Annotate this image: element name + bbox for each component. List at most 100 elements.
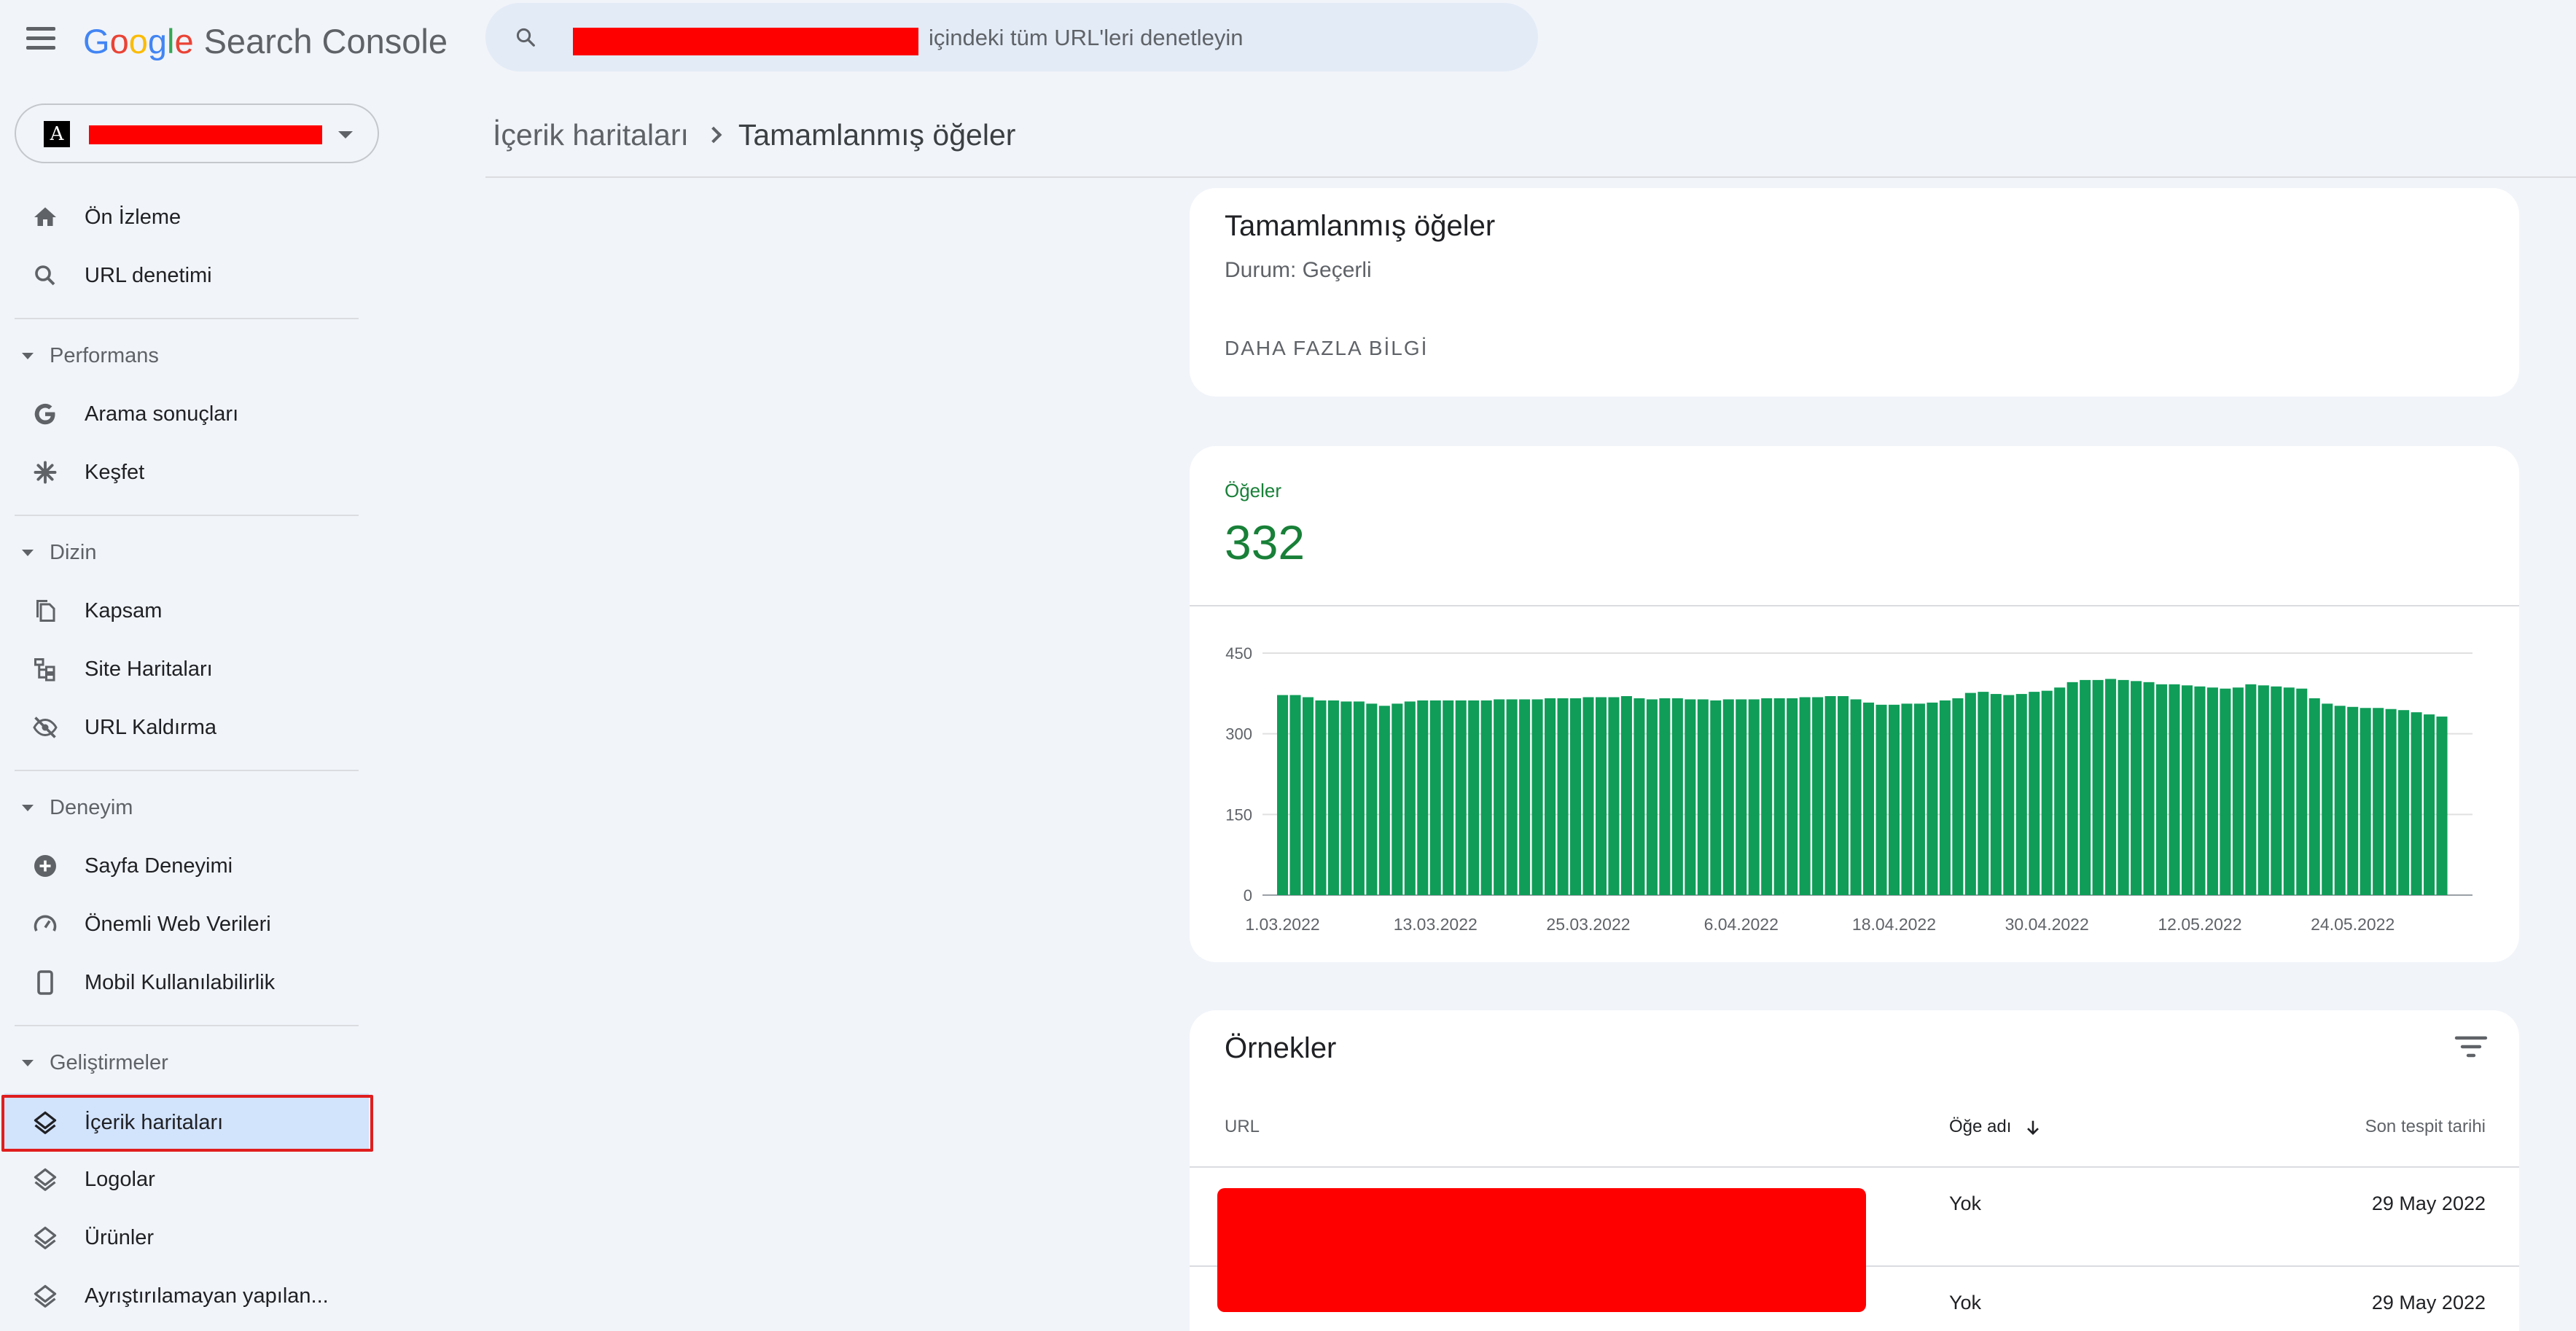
logo-letter: g [147, 21, 167, 60]
section-experience[interactable]: Deneyim [0, 786, 364, 830]
logo-letter: o [109, 21, 129, 60]
sidebar-item-discover[interactable]: Keşfet [0, 443, 364, 501]
sidebar-divider [15, 318, 359, 319]
chevron-down-icon [338, 131, 353, 138]
redacted-urls[interactable] [1217, 1188, 1866, 1312]
x-tick-label: 18.04.2022 [1852, 915, 1936, 934]
chart-bar [1570, 698, 1582, 895]
chart-bar [2385, 709, 2397, 895]
sidebar-item-core-web-vitals[interactable]: Önemli Web Verileri [0, 895, 364, 953]
sidebar-item-search-results[interactable]: Arama sonuçları [0, 385, 364, 443]
chart-bar [1531, 699, 1543, 895]
chart-bar [2322, 703, 2333, 895]
sidebar-item-products[interactable]: Ürünler [0, 1209, 364, 1267]
x-tick-label: 25.03.2022 [1546, 915, 1630, 934]
plus-circle-icon [34, 855, 56, 877]
sidebar-divider [15, 515, 359, 516]
chart-bar [1659, 698, 1671, 895]
chart-bar [1773, 698, 1785, 895]
property-selector[interactable]: A [15, 104, 379, 163]
column-header-last-crawled[interactable]: Son tespit tarihi [2365, 1117, 2486, 1137]
section-enhancements[interactable]: Geliştirmeler [0, 1041, 364, 1085]
logo-letter: o [128, 21, 148, 60]
logo-letter: G [83, 21, 110, 60]
chart-bar [1545, 698, 1556, 895]
chart-bar [1812, 697, 1824, 895]
chart-bar [2003, 695, 2015, 895]
row-date: 29 May 2022 [2371, 1193, 2486, 1214]
sidebar-item-overview[interactable]: Ön İzleme [0, 188, 364, 246]
card-title: Örnekler [1225, 1032, 1337, 1064]
column-header-label: Öğe adı [1949, 1117, 2012, 1136]
redacted-property-name [89, 125, 322, 144]
breadcrumb-current: Tamamlanmış öğeler [738, 117, 1016, 152]
redacted-domain [573, 28, 918, 55]
chart-bar [2194, 686, 2206, 895]
filter-icon[interactable] [2454, 1032, 2489, 1061]
search-placeholder[interactable]: içindeki tüm URL'leri denetleyin [929, 25, 1244, 51]
section-label: Deneyim [50, 795, 133, 819]
chart-bar [1634, 698, 1645, 895]
breadcrumb: İçerik haritaları Tamamlanmış öğeler [493, 109, 1015, 160]
layers-icon [34, 1168, 57, 1191]
column-header-item-name[interactable]: Öğe adı [1949, 1117, 2043, 1138]
chart-bar [1480, 700, 1492, 895]
chart-bar [1685, 699, 1696, 895]
chart-bar [2296, 688, 2308, 895]
status-summary-card: Tamamlanmış öğeler Durum: Geçerli DAHA F… [1190, 188, 2519, 397]
sidebar-item-unparsable-structured-data[interactable]: Ayrıştırılamayan yapılan... [0, 1267, 364, 1325]
chart-bar [1964, 692, 1976, 895]
sidebar-item-url-inspection[interactable]: URL denetimi [0, 246, 364, 305]
url-inspect-search-bar[interactable]: içindeki tüm URL'leri denetleyin [485, 3, 1538, 71]
chart-bar [1913, 703, 1925, 895]
chart-bar [2181, 685, 2193, 895]
chart-bar [2206, 687, 2218, 895]
chart-bar [1429, 700, 1441, 895]
x-tick-label: 13.03.2022 [1394, 915, 1478, 934]
chart-bar [1340, 701, 1352, 895]
menu-icon-line [26, 26, 55, 31]
sidebar-item-label: Kapsam [85, 598, 163, 622]
sidebar-item-coverage[interactable]: Kapsam [0, 582, 364, 640]
collapse-triangle-icon [22, 1060, 34, 1066]
sidebar-item-label: Logolar [85, 1167, 155, 1191]
sitemap-icon [34, 658, 55, 682]
section-performance[interactable]: Performans [0, 334, 364, 378]
sidebar-item-label: Ayrıştırılamayan yapılan... [85, 1284, 329, 1308]
chart-bar [2131, 681, 2142, 895]
main-menu-button[interactable] [26, 20, 61, 55]
breadcrumb-parent-link[interactable]: İçerik haritaları [493, 118, 689, 152]
home-icon [34, 207, 56, 226]
sidebar-item-label: Keşfet [85, 460, 145, 484]
collapse-triangle-icon [22, 550, 34, 556]
chart-bar [1787, 698, 1798, 895]
header-row-divider [1190, 1166, 2519, 1168]
chart-bar [1850, 699, 1862, 895]
chart-bar [2347, 706, 2359, 895]
row-item-name: Yok [1949, 1292, 1982, 1314]
chart-bar [1990, 694, 2002, 895]
product-name: Search Console [203, 21, 448, 60]
chart-bar [2029, 692, 2040, 895]
logo-letter: l [166, 21, 175, 60]
learn-more-link[interactable]: DAHA FAZLA BİLGİ [1225, 337, 1428, 360]
section-label: Performans [50, 343, 159, 367]
column-header-url[interactable]: URL [1225, 1117, 1260, 1137]
card-title: Tamamlanmış öğeler [1225, 210, 1496, 242]
items-bar-chart: 0 150 300 450 1.03.2022 13.03.2022 25.03.2022 6… [1225, 644, 2472, 934]
chart-bar [1888, 704, 1900, 895]
section-index[interactable]: Dizin [0, 531, 364, 574]
sidebar-item-mobile-usability[interactable]: Mobil Kullanılabilirlik [0, 953, 364, 1012]
chart-bar [2360, 708, 2371, 895]
y-tick-label: 450 [1225, 644, 1252, 663]
google-search-console-logo[interactable]: Google Search Console [83, 15, 448, 67]
sidebar-item-page-experience[interactable]: Sayfa Deneyimi [0, 837, 364, 895]
sidebar-item-logos[interactable]: Logolar [0, 1150, 364, 1209]
chart-bar [1468, 700, 1480, 895]
chart-bar [1722, 699, 1734, 895]
chart-bar [1494, 699, 1505, 895]
chart-bar [2283, 687, 2295, 895]
sidebar-item-removals[interactable]: URL Kaldırma [0, 698, 364, 757]
chart-bar [1952, 698, 1964, 895]
sidebar-item-sitemaps[interactable]: Site Haritaları [0, 640, 364, 698]
